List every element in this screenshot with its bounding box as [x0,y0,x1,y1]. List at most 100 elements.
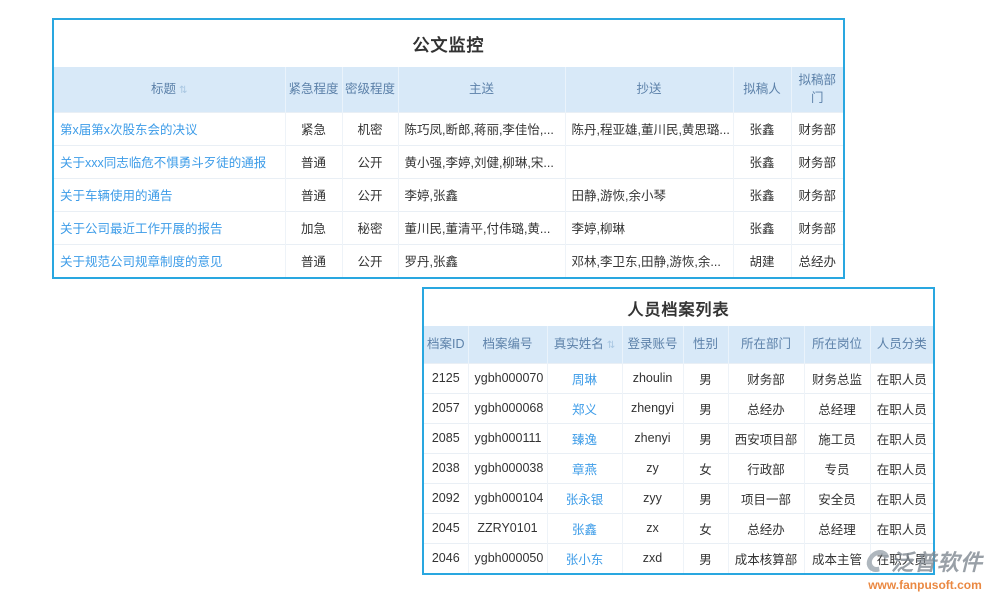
column-header-label: 性别 [693,337,718,351]
cell: 2046 [424,543,468,573]
cell: ygbh000070 [468,363,547,393]
cell: 公开 [342,178,398,211]
cell: 黄小强,李婷,刘健,柳琳,宋... [398,145,565,178]
column-header: 拟稿人 [733,67,791,112]
person-row: 2092ygbh000104张永银zyy男项目一部安全员在职人员 [424,483,933,513]
column-header-label: 所在部门 [741,337,791,351]
person-name-link[interactable]: 章燕 [572,463,597,477]
cell: 郑义 [547,393,622,423]
column-header-label: 所在岗位 [812,337,862,351]
cell: 紧急 [285,112,342,145]
column-header: 所在部门 [728,326,804,363]
cell: zxd [622,543,683,573]
column-header: 密级程度 [342,67,398,112]
vendor-brand-text: 泛普软件 [891,545,983,577]
cell: 张鑫 [733,112,791,145]
cell: 陈丹,程亚雄,董川民,黄思璐... [565,112,733,145]
cell: zhenyi [622,423,683,453]
cell: 张鑫 [733,178,791,211]
cell: 财务总监 [804,363,870,393]
header-row: 档案ID档案编号真实姓名⇅ 登录账号 性别 所在部门 所在岗位 人员分类 [424,326,933,363]
cell: 在职人员 [870,393,933,423]
column-header: 档案ID [424,326,468,363]
column-header-label: 密级程度 [345,82,395,96]
cell: 普通 [285,178,342,211]
cell: 张鑫 [733,145,791,178]
person-name-link[interactable]: 郑义 [572,403,597,417]
cell: 张永银 [547,483,622,513]
cell: 公开 [342,244,398,277]
cell: 财务部 [791,211,843,244]
cell: 总经办 [728,513,804,543]
cell: 2045 [424,513,468,543]
cell: 邓林,李卫东,田静,游恢,余... [565,244,733,277]
document-row: 第x届第x次股东会的决议紧急机密陈巧凤,断郎,蒋丽,李佳怡,...陈丹,程亚雄,… [54,112,843,145]
cell: 关于车辆使用的通告 [54,178,285,211]
person-name-link[interactable]: 臻逸 [572,433,597,447]
cell: 行政部 [728,453,804,483]
cell: 男 [683,363,728,393]
document-monitor-grid: 标题⇅紧急程度密级程度主送抄送拟稿人拟稿部门 第x届第x次股东会的决议紧急机密陈… [54,67,843,277]
document-monitor-table: 公文监控 标题⇅紧急程度密级程度主送抄送拟稿人拟稿部门 第x届第x次股东会的决议… [52,18,845,279]
column-header: 主送 [398,67,565,112]
person-name-link[interactable]: 张鑫 [572,523,597,537]
cell: 张鑫 [547,513,622,543]
cell: zhengyi [622,393,683,423]
column-header: 性别 [683,326,728,363]
person-name-link[interactable]: 张永银 [566,493,604,507]
column-header-label: 档案ID [427,337,465,351]
person-row: 2085ygbh000111臻逸zhenyi男西安项目部施工员在职人员 [424,423,933,453]
cell: ygbh000068 [468,393,547,423]
cell: ygbh000050 [468,543,547,573]
cell: 总经理 [804,393,870,423]
cell: 普通 [285,244,342,277]
cell: zhoulin [622,363,683,393]
column-header-label: 主送 [469,82,494,96]
cell: 关于xxx同志临危不惧勇斗歹徒的通报 [54,145,285,178]
document-title-link[interactable]: 关于xxx同志临危不惧勇斗歹徒的通报 [60,156,266,170]
document-monitor-title: 公文监控 [54,20,843,67]
document-row: 关于车辆使用的通告普通公开李婷,张鑫田静,游恢,余小琴张鑫财务部 [54,178,843,211]
column-header[interactable]: 标题⇅ [54,67,285,112]
cell: 机密 [342,112,398,145]
cell: 2092 [424,483,468,513]
cell: 在职人员 [870,483,933,513]
column-header-label: 登录账号 [627,337,677,351]
cell: 总经办 [728,393,804,423]
cell: 2057 [424,393,468,423]
cell: 总经办 [791,244,843,277]
cell: 章燕 [547,453,622,483]
cell: 总经理 [804,513,870,543]
column-header-label: 真实姓名 [554,337,604,351]
cell: 秘密 [342,211,398,244]
sort-icon[interactable]: ⇅ [607,338,615,353]
cell: 在职人员 [870,363,933,393]
personnel-archive-grid: 档案ID档案编号真实姓名⇅登录账号性别所在部门所在岗位人员分类 2125ygbh… [424,326,933,573]
person-row: 2045ZZRY0101张鑫zx女总经办总经理在职人员 [424,513,933,543]
person-name-link[interactable]: 张小东 [566,553,604,567]
cell: 男 [683,543,728,573]
document-title-link[interactable]: 关于规范公司规章制度的意见 [60,255,223,269]
column-header: 档案编号 [468,326,547,363]
cell: 财务部 [791,112,843,145]
column-header-label: 人员分类 [877,337,927,351]
personnel-archive-title: 人员档案列表 [424,289,933,326]
cell: 加急 [285,211,342,244]
cell: 施工员 [804,423,870,453]
cell: 关于规范公司规章制度的意见 [54,244,285,277]
cell: 田静,游恢,余小琴 [565,178,733,211]
document-title-link[interactable]: 关于车辆使用的通告 [60,189,173,203]
cell: ygbh000038 [468,453,547,483]
column-header[interactable]: 真实姓名⇅ [547,326,622,363]
header-row: 标题⇅紧急程度密级程度主送抄送拟稿人拟稿部门 [54,67,843,112]
document-title-link[interactable]: 关于公司最近工作开展的报告 [60,222,223,236]
document-title-link[interactable]: 第x届第x次股东会的决议 [60,123,198,137]
person-row: 2057ygbh000068郑义zhengyi男总经办总经理在职人员 [424,393,933,423]
person-name-link[interactable]: 周琳 [572,373,597,387]
sort-icon[interactable]: ⇅ [179,83,187,98]
cell: ygbh000104 [468,483,547,513]
column-header: 登录账号 [622,326,683,363]
cell: 项目一部 [728,483,804,513]
person-row: 2038ygbh000038章燕zy女行政部专员在职人员 [424,453,933,483]
cell: 成本核算部 [728,543,804,573]
